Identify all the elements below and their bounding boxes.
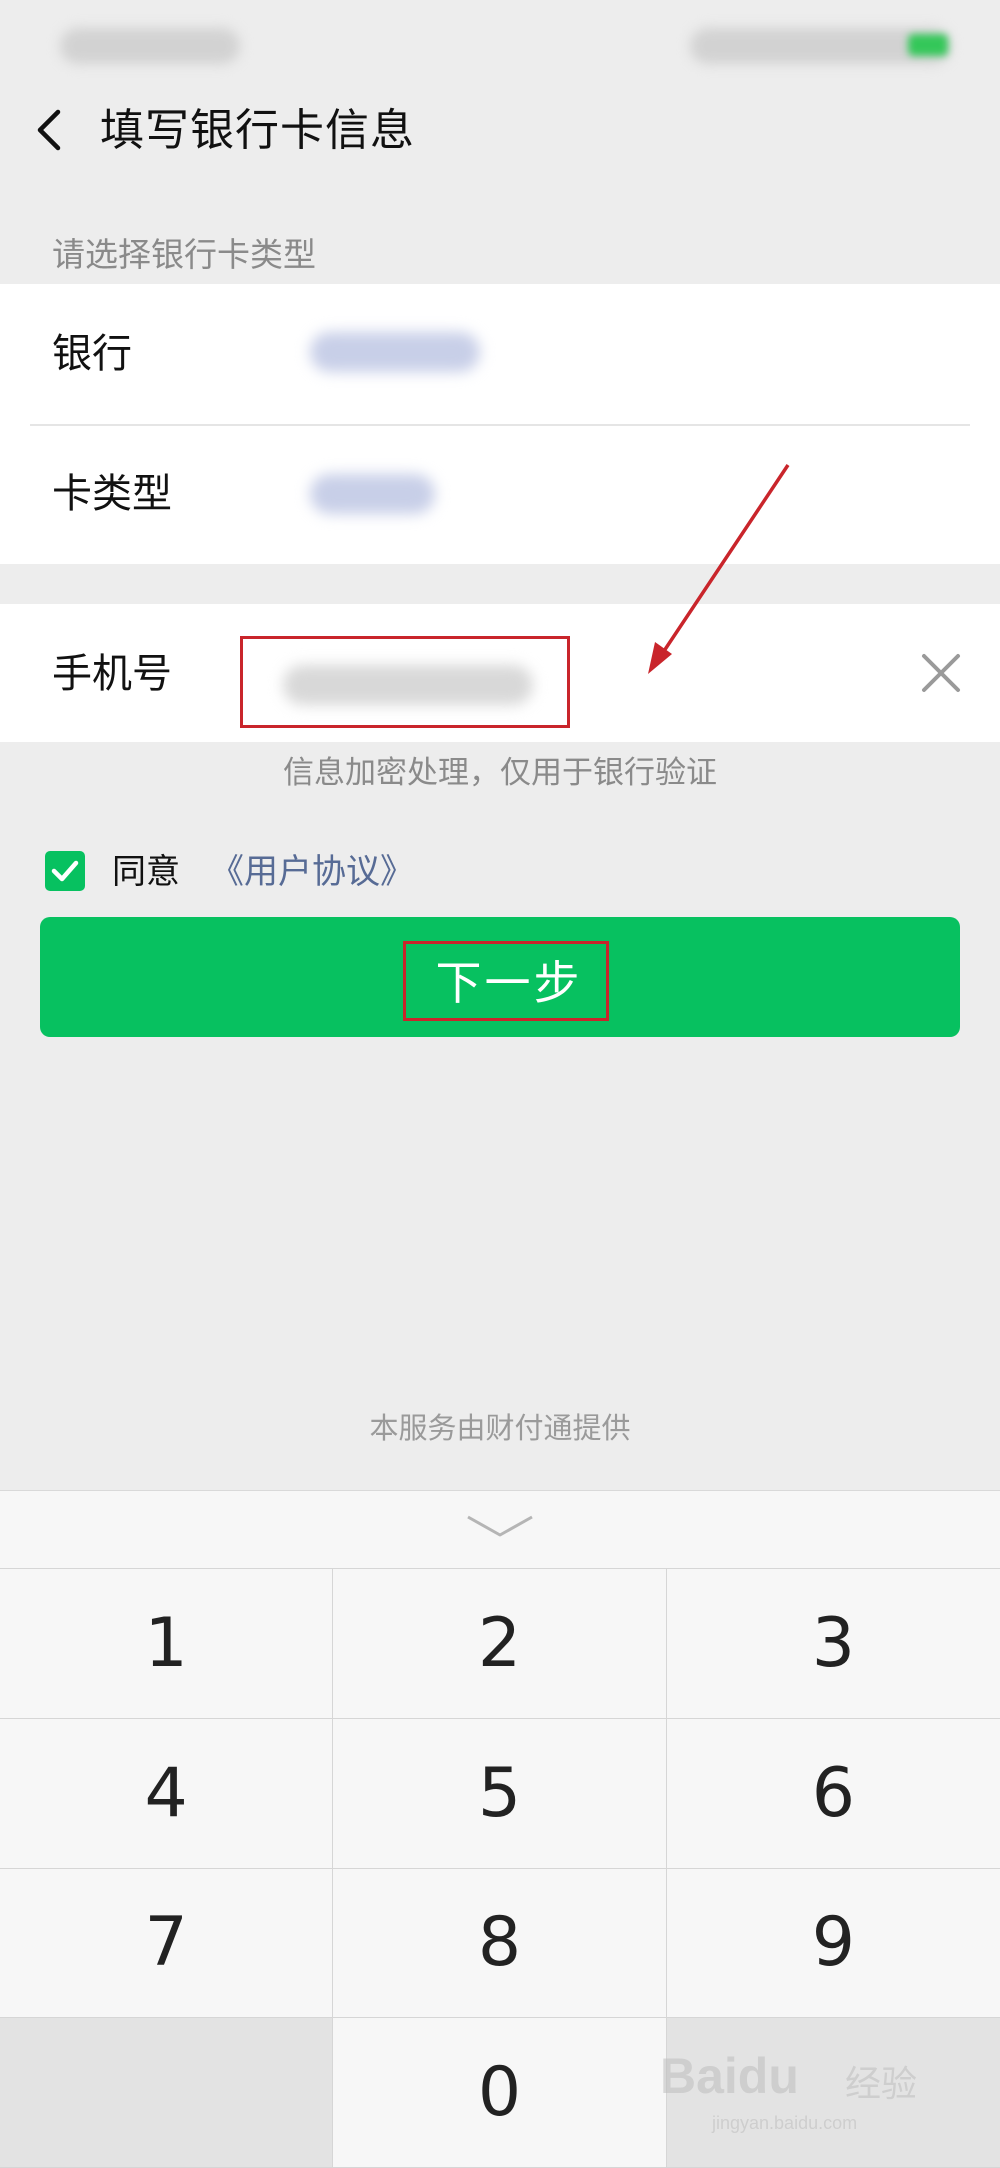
key-4[interactable]: 4 xyxy=(0,1718,334,1869)
key-5[interactable]: 5 xyxy=(333,1718,667,1869)
info-text: 信息加密处理，仅用于银行验证 xyxy=(283,755,717,791)
key-9[interactable]: 9 xyxy=(666,1868,1000,2019)
key-6[interactable]: 6 xyxy=(666,1718,1000,1869)
key-7[interactable]: 7 xyxy=(0,1868,334,2019)
section-hint: 请选择银行卡类型 xyxy=(52,235,316,274)
status-time-blurred xyxy=(60,28,240,64)
next-button-label: 下一步 xyxy=(435,956,583,1010)
battery-icon xyxy=(908,34,948,56)
close-icon xyxy=(922,654,960,692)
card-type-label: 卡类型 xyxy=(52,471,172,517)
phone-label: 手机号 xyxy=(52,651,172,697)
clear-button[interactable] xyxy=(918,650,964,696)
keyboard-collapse-button[interactable] xyxy=(0,1490,1000,1569)
user-agreement-link[interactable]: 《用户协议》 xyxy=(210,848,414,896)
phone-section: 手机号 xyxy=(0,604,1000,742)
bank-value-blurred[interactable] xyxy=(310,332,480,372)
key-3[interactable]: 3 xyxy=(666,1569,1000,1719)
bank-card-section: 银行 卡类型 xyxy=(0,284,1000,564)
back-button[interactable] xyxy=(30,100,70,160)
chevron-left-icon xyxy=(37,109,61,151)
key-0[interactable]: 0 xyxy=(333,2018,667,2168)
agree-label: 同意 xyxy=(112,852,180,892)
key-delete[interactable] xyxy=(666,2018,1000,2168)
key-blank xyxy=(0,2018,334,2168)
key-8[interactable]: 8 xyxy=(333,1868,667,2019)
page-title: 填写银行卡信息 xyxy=(100,105,415,156)
status-bar xyxy=(0,0,1000,90)
phone-input[interactable] xyxy=(240,636,570,728)
keypad: 1 2 3 4 5 6 7 8 9 0 xyxy=(0,1568,1000,2168)
chevron-down-icon xyxy=(467,1515,533,1537)
key-2[interactable]: 2 xyxy=(333,1569,667,1719)
card-type-value-blurred[interactable] xyxy=(310,474,435,514)
divider xyxy=(30,424,970,426)
next-button-highlight: 下一步 xyxy=(403,941,609,1021)
checkmark-icon xyxy=(51,860,79,882)
phone-value-blurred xyxy=(283,665,533,705)
provider-text: 本服务由财付通提供 xyxy=(369,1411,631,1445)
agree-checkbox[interactable] xyxy=(45,851,85,891)
key-1[interactable]: 1 xyxy=(0,1569,334,1719)
bank-label: 银行 xyxy=(52,331,132,377)
numeric-keyboard: 1 2 3 4 5 6 7 8 9 0 Baidu 经验 jingyan.bai… xyxy=(0,1490,1000,2168)
